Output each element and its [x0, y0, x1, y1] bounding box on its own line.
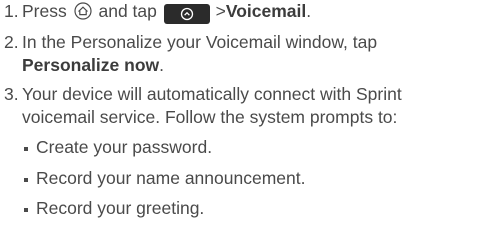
- step-text: In the Personalize your Voicemail window…: [22, 32, 378, 52]
- bullet-icon: [24, 177, 28, 182]
- step-text: Press: [22, 1, 67, 21]
- menu-target-personalize-now: Personalize now: [22, 54, 160, 75]
- step-3: 3. Your device will automatically connec…: [4, 83, 476, 128]
- step-text: and tap: [98, 1, 157, 21]
- step-text: Your device will automatically connect w…: [22, 84, 402, 104]
- step-text: voicemail service. Follow the system pro…: [22, 106, 398, 127]
- menu-target-voicemail: Voicemail: [225, 1, 307, 21]
- step-1: 1. Press and tap >Voicemail.: [4, 0, 476, 24]
- step-number: 3.: [4, 84, 19, 104]
- bullet-item: Create your password.: [22, 136, 476, 159]
- step-number: 2.: [4, 32, 19, 52]
- instruction-steps: 1. Press and tap >Voicemail. 2. In the P…: [4, 0, 476, 220]
- step-number: 1.: [4, 1, 19, 21]
- home-key-icon: [74, 2, 92, 20]
- bullet-icon: [24, 147, 28, 151]
- applications-button-icon: [163, 4, 210, 24]
- step-2: 2. In the Personalize your Voicemail win…: [4, 31, 476, 76]
- bullet-item: Record your greeting.: [22, 197, 476, 220]
- step-text: >: [215, 1, 226, 21]
- bullet-icon: [24, 208, 28, 212]
- bullet-item: Record your name announcement.: [22, 167, 476, 190]
